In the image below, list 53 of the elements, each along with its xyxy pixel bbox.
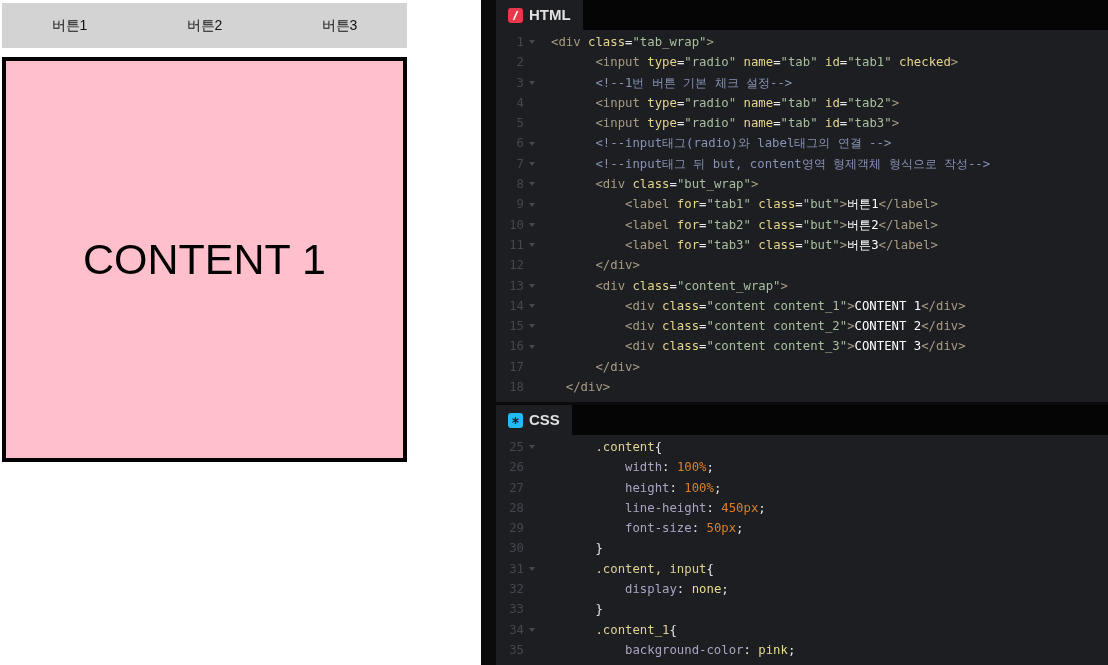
code-line: display: none; bbox=[624, 581, 729, 599]
fold-caret-icon[interactable] bbox=[529, 283, 535, 288]
tab-button[interactable]: 버튼3 bbox=[272, 3, 407, 48]
code-line: <div class="but_wrap"> bbox=[594, 176, 759, 194]
code-line: <!--1번 버튼 기본 체크 설정--> bbox=[594, 74, 793, 92]
code-line: font-size: 50px; bbox=[624, 520, 744, 538]
code-line: <div class="content_wrap"> bbox=[594, 277, 788, 295]
asterisk-icon bbox=[508, 412, 523, 428]
panel-tab[interactable]: HTML bbox=[496, 0, 583, 30]
fold-caret-icon[interactable] bbox=[529, 40, 535, 45]
fold-caret-icon[interactable] bbox=[529, 243, 535, 248]
fold-caret-icon[interactable] bbox=[529, 80, 535, 85]
code-line: <label for="tab1" class="but">버튼1</label> bbox=[624, 196, 938, 214]
content-panel: CONTENT 1 bbox=[2, 57, 407, 462]
splitter-bar[interactable] bbox=[481, 0, 496, 665]
fold-caret-icon[interactable] bbox=[529, 324, 535, 329]
code-line: } bbox=[594, 540, 603, 558]
code-line: <div class="content content_2">CONTENT 2</div> bbox=[624, 318, 966, 336]
code-line: <div class="content content_1">CONTENT 1</div> bbox=[624, 297, 966, 315]
code-line: <input type="radio" name="tab" id="tab3"> bbox=[594, 115, 900, 133]
fold-caret-icon[interactable] bbox=[529, 627, 535, 632]
code-line: <label for="tab3" class="but">버튼3</label> bbox=[624, 236, 938, 254]
fold-caret-icon[interactable] bbox=[529, 304, 535, 308]
code-line: </div> bbox=[564, 379, 611, 397]
code-line: line-height: 450px; bbox=[624, 499, 766, 517]
fold-caret-icon[interactable] bbox=[529, 222, 535, 227]
code-line: .content{ bbox=[594, 439, 663, 456]
code-line: width: 100%; bbox=[624, 459, 714, 477]
fold-caret-icon[interactable] bbox=[529, 161, 535, 166]
code-line: <input type="radio" name="tab" id="tab1" checked> bbox=[594, 54, 959, 72]
code-line: } bbox=[594, 601, 603, 619]
fold-caret-icon[interactable] bbox=[529, 566, 535, 571]
code-line: background-color: pink; bbox=[624, 641, 796, 659]
code-line: <input type="radio" name="tab" id="tab2"> bbox=[594, 94, 900, 112]
code-line: <!--input태그 뒤 but, content영역 형제객체 형식으로 작성--> bbox=[594, 155, 991, 173]
code-line: height: 100%; bbox=[624, 479, 722, 497]
code-line: <!--input태그(radio)와 label태그의 연결 --> bbox=[594, 135, 892, 153]
code-line: <div class="tab_wrap"> bbox=[551, 34, 714, 51]
code-line: </div> bbox=[594, 257, 640, 275]
code-line: <div class="content content_3">CONTENT 3</div> bbox=[624, 338, 966, 356]
panel-tab[interactable]: CSS bbox=[496, 405, 572, 435]
code-line: </div> bbox=[594, 358, 640, 376]
fold-caret-icon[interactable] bbox=[529, 202, 535, 207]
fold-caret-icon[interactable] bbox=[529, 445, 535, 450]
fold-caret-icon[interactable] bbox=[529, 182, 535, 187]
code-line: <label for="tab2" class="but">버튼2</label> bbox=[624, 216, 938, 234]
tab-button[interactable]: 버튼2 bbox=[137, 3, 272, 48]
code-line: .content, input{ bbox=[594, 560, 714, 578]
fold-caret-icon[interactable] bbox=[529, 141, 535, 146]
slash-icon bbox=[508, 7, 523, 23]
tab-button[interactable]: 버튼1 bbox=[2, 3, 137, 48]
fold-caret-icon[interactable] bbox=[529, 344, 535, 349]
code-line: .content_1{ bbox=[594, 621, 677, 639]
